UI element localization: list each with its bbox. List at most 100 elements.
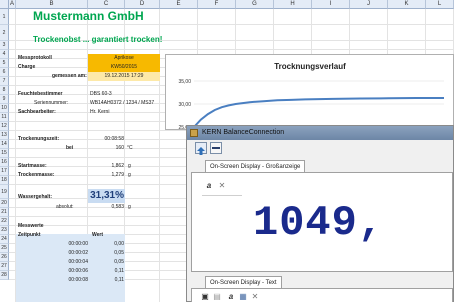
messwert-value: 0,05 xyxy=(114,259,124,265)
toolbar-divider xyxy=(202,195,242,196)
chart-y-tick-label: 35,00 xyxy=(178,79,191,85)
row-header-19[interactable]: 19 xyxy=(0,185,9,199)
window-titlebar[interactable]: KERN BalanceConnection xyxy=(187,126,453,140)
column-header-l[interactable]: L xyxy=(426,0,454,9)
row-header-15[interactable]: 15 xyxy=(0,149,9,158)
label-zeitpunkt: Zeitpunkt xyxy=(18,232,41,238)
app-icon xyxy=(190,129,198,137)
row-header-8[interactable]: 8 xyxy=(0,86,9,95)
messwert-time: 00:00:02 xyxy=(68,250,88,256)
messwert-time: 00:00:00 xyxy=(68,241,88,247)
label-bei: bei xyxy=(66,145,74,151)
row-header-10[interactable]: 10 xyxy=(0,104,9,113)
chart-series-line xyxy=(193,97,444,128)
row-header-13[interactable]: 13 xyxy=(0,131,9,140)
row-header-21[interactable]: 21 xyxy=(0,208,9,217)
tools-icon[interactable]: ✕ xyxy=(250,292,260,302)
label-trockenzeit: Trockenungszeit: xyxy=(18,136,60,142)
label-startmasse: Startmasse: xyxy=(18,163,47,169)
column-header-a[interactable]: A xyxy=(9,0,16,9)
row-header-2[interactable]: 2 xyxy=(0,25,9,41)
row-header-3[interactable]: 3 xyxy=(0,41,9,50)
label-absolut: absolut: xyxy=(56,204,74,210)
column-header-c[interactable]: C xyxy=(88,0,125,9)
value-trockenmasse-unit: g xyxy=(128,172,131,178)
value-trockenmasse: 1,279 xyxy=(111,172,124,178)
window-title: KERN BalanceConnection xyxy=(202,129,285,136)
format-icon[interactable]: ▦ xyxy=(238,292,248,302)
font-icon[interactable]: a xyxy=(204,181,214,191)
column-header-f[interactable]: F xyxy=(198,0,236,9)
label-wert: Wert xyxy=(92,232,104,238)
save-icon[interactable]: ▣ xyxy=(200,292,210,302)
value-trockenzeit: 00:08:58 xyxy=(104,136,124,142)
column-header-d[interactable]: D xyxy=(125,0,160,9)
value-absolut-unit: g xyxy=(128,204,131,210)
value-temp-unit: °C xyxy=(127,145,133,151)
spreadsheet: ABCDEFGHIJKL 1 2 3 4 5 6 7 8 9 10 11 12 13 14 15 16 17 18… xyxy=(0,0,454,302)
label-sachbearbeiter: Sachbearbeiter: xyxy=(18,109,56,115)
value-wassergehalt: 31,31% xyxy=(90,190,124,201)
print-icon[interactable]: ▤ xyxy=(212,292,222,302)
messwert-value: 0,11 xyxy=(114,277,124,283)
row-header-5[interactable]: 5 xyxy=(0,59,9,68)
row-header-14[interactable]: 14 xyxy=(0,140,9,149)
font-icon-2[interactable]: a xyxy=(226,292,236,302)
row-header-4[interactable]: 4 xyxy=(0,50,9,59)
row-header-6[interactable]: 6 xyxy=(0,68,9,77)
kern-balanceconnection-window[interactable]: KERN BalanceConnection On-Screen Display… xyxy=(186,125,454,302)
column-header-g[interactable]: G xyxy=(236,0,274,9)
row-header-23[interactable]: 23 xyxy=(0,226,9,235)
upload-icon[interactable] xyxy=(195,142,207,155)
row-header-1[interactable]: 1 xyxy=(0,9,9,25)
text-panel: ▣ ▤ a ▦ ✕ xyxy=(191,288,453,302)
big-display-value: 1049, xyxy=(253,199,385,247)
column-header-j[interactable]: J xyxy=(350,0,388,9)
messwert-value: 0,05 xyxy=(114,250,124,256)
row-header-9[interactable]: 9 xyxy=(0,95,9,104)
row-header-22[interactable]: 22 xyxy=(0,217,9,226)
label-trockenmasse: Trockenmasse: xyxy=(18,172,55,178)
value-sachbearbeiter: Hr. Kerni xyxy=(90,109,110,115)
row-header-28[interactable]: 28 xyxy=(0,271,9,280)
messwert-time: 00:00:06 xyxy=(68,268,88,274)
row-header-25[interactable]: 25 xyxy=(0,244,9,253)
select-all-corner[interactable] xyxy=(0,0,9,9)
row-header-24[interactable]: 24 xyxy=(0,235,9,244)
row-header-16[interactable]: 16 xyxy=(0,158,9,167)
label-messprotokoll: Messprotokoll xyxy=(18,55,52,61)
settings-icon[interactable]: ✕ xyxy=(217,181,227,191)
slogan: Trockenobst ... garantiert trocken! xyxy=(33,35,163,44)
label-gemessen: gemessen am: xyxy=(52,73,87,79)
row-header-26[interactable]: 26 xyxy=(0,253,9,262)
column-header-e[interactable]: E xyxy=(160,0,198,9)
value-gemessen: 19.12.2015 17:29 xyxy=(104,73,144,79)
column-header-k[interactable]: K xyxy=(388,0,426,9)
row-header-17[interactable]: 17 xyxy=(0,167,9,176)
row-header-12[interactable]: 12 xyxy=(0,122,9,131)
label-wassergehalt: Wassergehalt: xyxy=(18,194,52,200)
column-header-h[interactable]: H xyxy=(274,0,312,9)
value-charge: KW50/2015 xyxy=(110,64,138,70)
label-feuchte: Feuchtebestimmer xyxy=(18,91,63,97)
messwert-time: 00:00:08 xyxy=(68,277,88,283)
column-header-b[interactable]: B xyxy=(16,0,88,9)
label-messwerte: Messwerte xyxy=(18,223,44,229)
row-header-11[interactable]: 11 xyxy=(0,113,9,122)
chart-tick-labels: 35,0030,0025,00 xyxy=(178,79,191,129)
value-serien: WB14AH0372 / 1234 / MS37 xyxy=(90,100,155,106)
messwert-time: 00:00:04 xyxy=(68,259,88,265)
label-charge: Charge xyxy=(18,64,36,70)
chart-svg: Trocknungsverlauf 35,0030,0025,00 xyxy=(178,62,444,129)
value-absolut: 0,583 xyxy=(111,204,124,210)
column-header-i[interactable]: I xyxy=(312,0,350,9)
value-temp: 160 xyxy=(115,145,124,151)
panel-icon[interactable] xyxy=(210,142,222,154)
row-header-27[interactable]: 27 xyxy=(0,262,9,271)
messwert-value: 0,00 xyxy=(114,241,124,247)
chart-trocknungsverlauf[interactable]: Trocknungsverlauf 35,00 30,00 25,00 xyxy=(165,54,454,130)
row-header-7[interactable]: 7 xyxy=(0,77,9,86)
value-feuchte: DBS 60-3 xyxy=(90,91,112,97)
row-header-20[interactable]: 20 xyxy=(0,199,9,208)
row-header-18[interactable]: 18 xyxy=(0,176,9,185)
